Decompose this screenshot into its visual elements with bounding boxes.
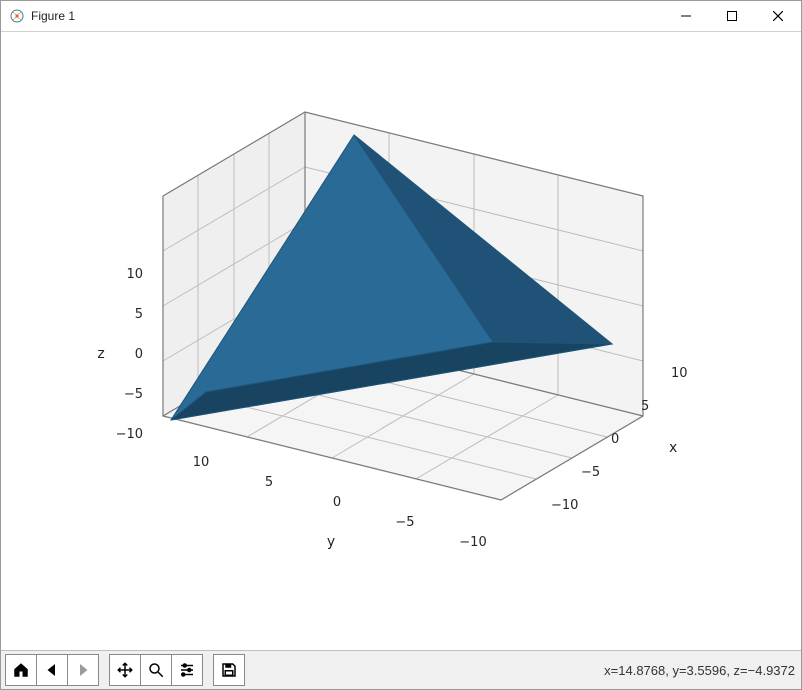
app-icon (9, 8, 25, 24)
y-tick: 5 (265, 475, 273, 490)
z-tick: 5 (135, 307, 143, 322)
home-button[interactable] (5, 654, 36, 686)
pan-button[interactable] (109, 654, 140, 686)
y-tick: −10 (459, 535, 486, 550)
maximize-button[interactable] (709, 1, 755, 31)
z-tick: 10 (126, 267, 143, 282)
y-axis-label: y (327, 534, 335, 550)
plot-canvas[interactable]: 10 5 0 −5 −10 z 10 5 0 −5 −10 x 10 5 0 (1, 32, 801, 650)
z-axis-label: z (97, 346, 104, 362)
y-tick: −5 (395, 515, 414, 530)
window-title: Figure 1 (31, 9, 75, 23)
y-tick: 0 (333, 495, 341, 510)
zoom-button[interactable] (140, 654, 171, 686)
cursor-coords: x=14.8768, y=3.5596, z=−4.9372 (604, 663, 795, 678)
z-tick: −10 (116, 427, 143, 442)
mpl-toolbar: x=14.8768, y=3.5596, z=−4.9372 (1, 650, 801, 689)
x-tick: 5 (641, 399, 649, 414)
back-button[interactable] (36, 654, 67, 686)
save-button[interactable] (213, 654, 245, 686)
x-tick: 10 (671, 366, 688, 381)
x-tick: −10 (551, 498, 578, 513)
y-tick: 10 (193, 455, 210, 470)
close-button[interactable] (755, 1, 801, 31)
z-tick: 0 (135, 347, 143, 362)
z-tick: −5 (124, 387, 143, 402)
x-axis-label: x (669, 440, 677, 456)
x-tick: 0 (611, 432, 619, 447)
titlebar: Figure 1 (1, 1, 801, 32)
configure-button[interactable] (171, 654, 203, 686)
minimize-button[interactable] (663, 1, 709, 31)
forward-button[interactable] (67, 654, 99, 686)
z-axis-ticks: 10 5 0 −5 −10 z (97, 267, 143, 442)
x-tick: −5 (581, 465, 600, 480)
